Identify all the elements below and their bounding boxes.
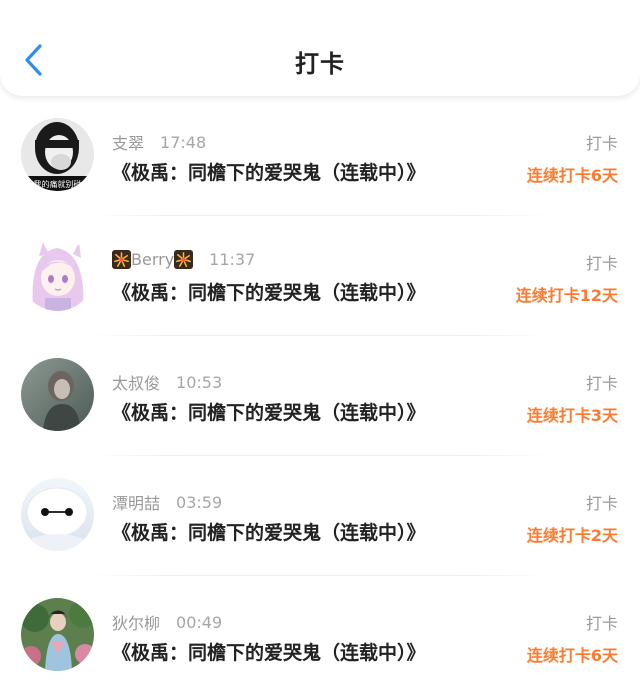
streak-label: 连续打卡12天: [515, 286, 618, 305]
avatar-caption: 我的痛就别碰: [34, 179, 82, 189]
list-item[interactable]: Berry 11:37 《极禹：同檐下的爱哭鬼（连载中）》 打卡 连续打卡12天: [0, 216, 640, 336]
checkin-time: 11:37: [209, 250, 256, 269]
firework-icon: [174, 250, 194, 269]
action-label: 打卡: [585, 374, 618, 393]
page-title: 打卡: [295, 50, 345, 78]
book-title[interactable]: 《极禹：同檐下的爱哭鬼（连载中）》: [112, 518, 426, 545]
user-line: Berry 11:37: [112, 250, 255, 269]
list-item[interactable]: 我的痛就别碰 支翠 17:48 《极禹：同檐下的爱哭鬼（连载中）》 打卡 连续打…: [0, 96, 640, 216]
list-item[interactable]: 潭明喆 03:59 《极禹：同檐下的爱哭鬼（连载中）》 打卡 连续打卡2天: [0, 456, 640, 576]
action-label: 打卡: [585, 134, 618, 153]
user-name[interactable]: 潭明喆: [112, 490, 160, 514]
user-name[interactable]: 支翠: [112, 130, 144, 154]
action-label: 打卡: [585, 614, 618, 633]
book-title[interactable]: 《极禹：同檐下的爱哭鬼（连载中）》: [112, 278, 426, 305]
firework-icon: [112, 250, 131, 269]
checkin-time: 10:53: [176, 372, 223, 392]
user-line: 太叔俊 10:53: [112, 370, 222, 394]
checkin-page: 打卡 我的痛就别碰 支翠 17:48 《极禹：同檐下的爱哭鬼（连载中）》 打卡 …: [0, 0, 640, 693]
avatar[interactable]: [21, 358, 94, 431]
book-title[interactable]: 《极禹：同檐下的爱哭鬼（连载中）》: [112, 158, 426, 185]
action-label: 打卡: [585, 254, 618, 273]
action-label: 打卡: [585, 494, 618, 513]
avatar[interactable]: 我的痛就别碰: [21, 118, 94, 191]
streak-label: 连续打卡6天: [526, 166, 618, 185]
streak-label: 连续打卡6天: [526, 646, 618, 665]
top-bar: 打卡: [0, 0, 640, 96]
streak-label: 连续打卡3天: [526, 406, 618, 425]
user-name[interactable]: 太叔俊: [112, 370, 160, 394]
book-title[interactable]: 《极禹：同檐下的爱哭鬼（连载中）》: [112, 638, 426, 665]
streak-label: 连续打卡2天: [526, 526, 618, 545]
user-line: 支翠 17:48: [112, 130, 206, 154]
avatar[interactable]: [21, 238, 94, 311]
list-item[interactable]: 狄尔柳 00:49 《极禹：同檐下的爱哭鬼（连载中）》 打卡 连续打卡6天: [0, 576, 640, 693]
user-name[interactable]: 狄尔柳: [112, 610, 160, 634]
book-title[interactable]: 《极禹：同檐下的爱哭鬼（连载中）》: [112, 398, 426, 425]
checkin-time: 03:59: [176, 492, 223, 512]
user-name[interactable]: Berry: [131, 250, 174, 269]
checkin-list: 我的痛就别碰 支翠 17:48 《极禹：同檐下的爱哭鬼（连载中）》 打卡 连续打…: [0, 96, 640, 693]
checkin-time: 00:49: [176, 612, 223, 632]
list-item[interactable]: 太叔俊 10:53 《极禹：同檐下的爱哭鬼（连载中）》 打卡 连续打卡3天: [0, 336, 640, 456]
avatar[interactable]: [21, 598, 94, 671]
checkin-time: 17:48: [160, 132, 207, 152]
user-line: 潭明喆 03:59: [112, 490, 222, 514]
avatar[interactable]: [21, 478, 94, 551]
user-line: 狄尔柳 00:49: [112, 610, 222, 634]
